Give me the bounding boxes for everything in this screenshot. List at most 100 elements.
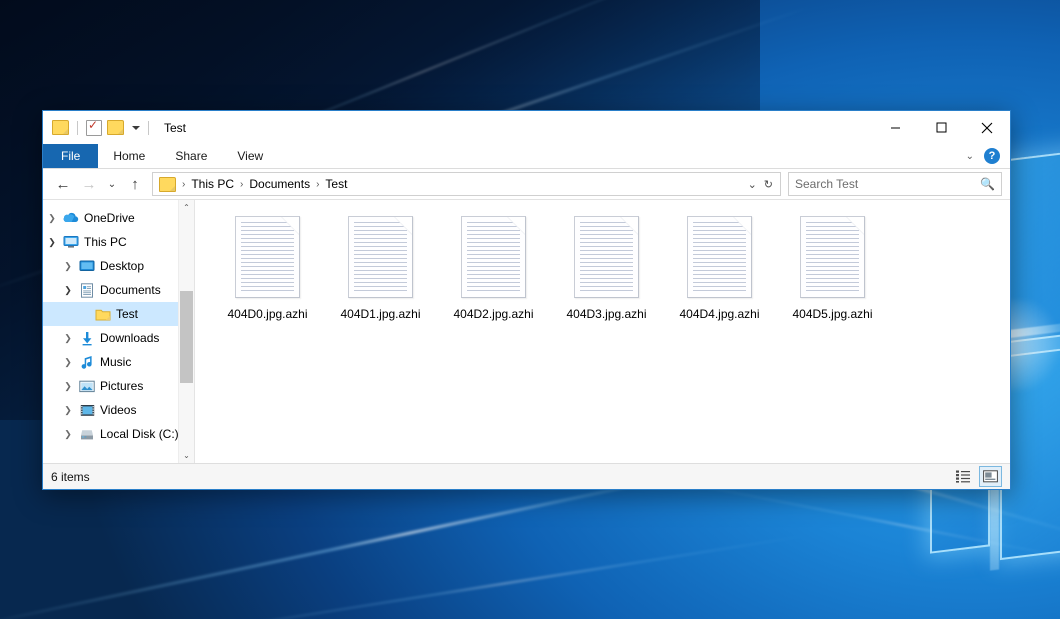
file-item[interactable]: 404D1.jpg.azhi (324, 214, 437, 334)
sidebar-item-desktop[interactable]: ❯ Desktop (43, 254, 194, 278)
window-title: Test (164, 121, 186, 135)
generic-document-icon (461, 216, 526, 298)
refresh-icon[interactable]: ↻ (764, 178, 773, 191)
file-explorer-window: Test File Home Share View ⌄ ? (42, 110, 1011, 490)
navigation-pane: ❯ OneDrive ❯ This PC ❯ (43, 200, 194, 463)
title-bar: Test (43, 111, 1010, 144)
chevron-right-icon[interactable]: ❯ (59, 333, 77, 344)
scrollbar-track[interactable] (179, 215, 194, 448)
folder-icon[interactable] (52, 120, 69, 135)
tab-file[interactable]: File (43, 144, 98, 168)
toolbar-divider (148, 121, 149, 135)
chevron-down-icon[interactable] (132, 126, 140, 130)
breadcrumb-item-documents[interactable]: Documents (246, 177, 313, 191)
recent-locations-button[interactable]: ⌄ (103, 172, 121, 196)
chevron-right-icon[interactable]: ❯ (59, 429, 77, 440)
generic-document-icon (348, 216, 413, 298)
chevron-right-icon[interactable]: ❯ (59, 261, 77, 272)
file-name-label: 404D4.jpg.azhi (679, 307, 759, 321)
forward-button: → (77, 172, 101, 196)
desktop: Test File Home Share View ⌄ ? (0, 0, 1060, 619)
file-grid: 404D0.jpg.azhi 404D1.jpg.azhi (211, 214, 1010, 334)
drive-icon (77, 428, 97, 441)
documents-icon (77, 283, 97, 298)
chevron-down-icon[interactable]: ⌄ (748, 178, 757, 191)
sidebar-item-local-disk-c[interactable]: ❯ Local Disk (C:) (43, 422, 194, 446)
generic-document-icon (687, 216, 752, 298)
file-name-label: 404D2.jpg.azhi (453, 307, 533, 321)
large-icons-view-button[interactable] (979, 466, 1002, 487)
scroll-up-arrow[interactable]: ⌃ (179, 200, 194, 215)
tab-share[interactable]: Share (160, 144, 222, 168)
file-item[interactable]: 404D5.jpg.azhi (776, 214, 889, 334)
details-view-button[interactable] (952, 466, 975, 487)
file-item[interactable]: 404D4.jpg.azhi (663, 214, 776, 334)
quick-access-toolbar (43, 120, 152, 136)
tab-view[interactable]: View (222, 144, 278, 168)
breadcrumb[interactable]: › This PC › Documents › Test ⌄ ↻ (152, 172, 781, 196)
generic-document-icon (235, 216, 300, 298)
scroll-down-arrow[interactable]: ⌄ (179, 448, 194, 463)
breadcrumb-item-test[interactable]: Test (322, 177, 350, 191)
generic-document-icon (574, 216, 639, 298)
item-count-label: 6 items (51, 470, 90, 484)
file-name-label: 404D1.jpg.azhi (340, 307, 420, 321)
up-button[interactable]: ↑ (123, 172, 147, 196)
file-item[interactable]: 404D0.jpg.azhi (211, 214, 324, 334)
toolbar-divider (77, 121, 78, 135)
close-button[interactable] (964, 111, 1010, 144)
breadcrumb-separator: › (315, 179, 320, 190)
sidebar-item-label: OneDrive (84, 211, 135, 225)
ribbon-tabs: File Home Share View ⌄ ? (43, 144, 1010, 169)
sidebar-item-music[interactable]: ❯ Music (43, 350, 194, 374)
back-button[interactable]: ← (51, 172, 75, 196)
help-icon[interactable]: ? (984, 148, 1000, 164)
search-box[interactable]: Search Test 🔍 (788, 172, 1002, 196)
sidebar-item-downloads[interactable]: ❯ Downloads (43, 326, 194, 350)
sidebar-item-videos[interactable]: ❯ Videos (43, 398, 194, 422)
sidebar-scrollbar[interactable]: ⌃ ⌄ (178, 200, 194, 463)
sidebar-item-label: Test (116, 307, 138, 321)
tab-home[interactable]: Home (98, 144, 160, 168)
pictures-icon (77, 380, 97, 393)
chevron-right-icon[interactable]: ❯ (59, 381, 77, 392)
document-fold-corner (281, 216, 300, 235)
chevron-down-icon[interactable]: ❯ (59, 285, 77, 296)
chevron-right-icon[interactable]: ❯ (59, 357, 77, 368)
new-folder-icon[interactable] (107, 120, 124, 135)
file-name-label: 404D5.jpg.azhi (792, 307, 872, 321)
downloads-icon (77, 331, 97, 346)
scrollbar-thumb[interactable] (180, 291, 193, 383)
breadcrumb-item-this-pc[interactable]: This PC (188, 177, 237, 191)
sidebar-item-label: Local Disk (C:) (100, 427, 179, 441)
document-fold-corner (507, 216, 526, 235)
file-item[interactable]: 404D3.jpg.azhi (550, 214, 663, 334)
sidebar-item-this-pc[interactable]: ❯ This PC (43, 230, 194, 254)
sidebar-item-pictures[interactable]: ❯ Pictures (43, 374, 194, 398)
breadcrumb-tools: ⌄ ↻ (748, 178, 776, 191)
sidebar-item-label: Music (100, 355, 131, 369)
chevron-right-icon[interactable]: ❯ (43, 213, 61, 224)
cloud-icon (61, 212, 81, 224)
folder-icon (93, 308, 113, 321)
generic-document-icon (800, 216, 865, 298)
videos-icon (77, 404, 97, 417)
minimize-button[interactable] (872, 111, 918, 144)
chevron-right-icon[interactable]: ❯ (59, 405, 77, 416)
sidebar-item-documents[interactable]: ❯ Documents (43, 278, 194, 302)
sidebar-item-test[interactable]: Test (43, 302, 194, 326)
sidebar-item-label: This PC (84, 235, 127, 249)
file-item[interactable]: 404D2.jpg.azhi (437, 214, 550, 334)
chevron-down-icon[interactable]: ❯ (43, 237, 61, 248)
document-fold-corner (620, 216, 639, 235)
search-input[interactable]: Search Test (795, 177, 980, 191)
music-icon (77, 355, 97, 370)
sidebar-item-label: Documents (100, 283, 161, 297)
chevron-down-icon[interactable]: ⌄ (966, 151, 974, 162)
sidebar-item-onedrive[interactable]: ❯ OneDrive (43, 206, 194, 230)
file-list-pane[interactable]: 404D0.jpg.azhi 404D1.jpg.azhi (194, 200, 1010, 463)
search-icon[interactable]: 🔍 (980, 177, 995, 191)
maximize-button[interactable] (918, 111, 964, 144)
properties-icon[interactable] (86, 120, 102, 136)
document-fold-corner (846, 216, 865, 235)
